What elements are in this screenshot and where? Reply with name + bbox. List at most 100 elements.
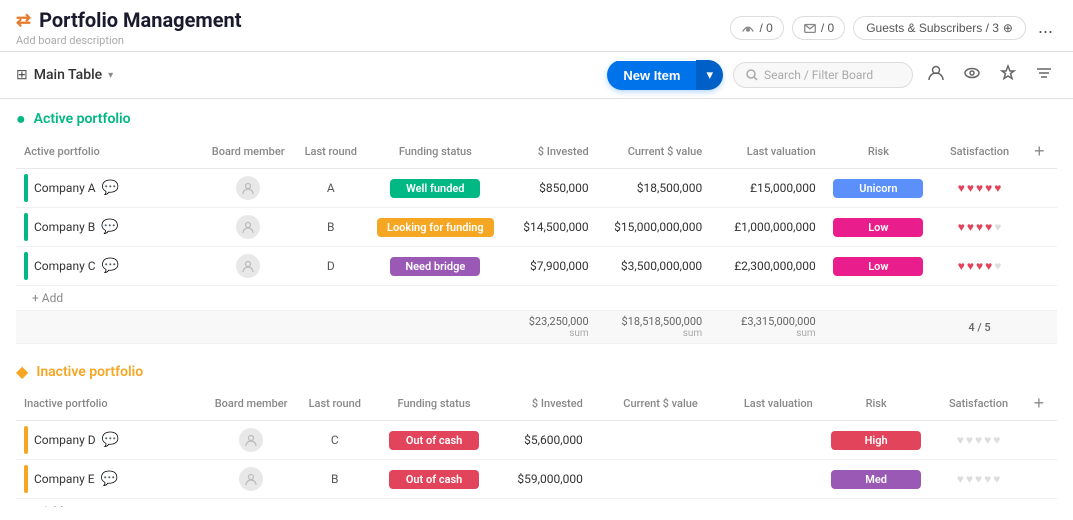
- hearts: ♥♥♥♥♥: [940, 433, 1018, 447]
- row-round-cell: D: [295, 247, 367, 286]
- more-button[interactable]: ...: [1034, 17, 1057, 38]
- col-header-add: +: [1026, 135, 1057, 169]
- row-risk-cell: Unicorn: [824, 169, 933, 208]
- row-valuation-cell: [706, 421, 821, 460]
- row-satisfaction-cell: ♥♥♥♥♥: [933, 169, 1026, 208]
- pin-icon-button[interactable]: [995, 62, 1021, 89]
- sum-member-cell: [202, 311, 295, 344]
- round-badge: D: [303, 259, 359, 273]
- col-header-invested: $ Invested: [504, 135, 597, 169]
- active-portfolio-group: ● Active portfolio Active portfolio Boar…: [0, 99, 1073, 344]
- search-box[interactable]: Search / Filter Board: [733, 62, 913, 88]
- hearts: ♥♥♥♥♥: [941, 181, 1018, 195]
- row-name-cell: Company D 💬: [16, 421, 204, 460]
- toolbar-right: New Item ▾ Search / Filter Board: [607, 60, 1057, 90]
- add-row-btn[interactable]: + Add: [24, 287, 71, 309]
- sum-round-cell: [295, 311, 367, 344]
- inactive-add-row: + Add: [16, 499, 1057, 508]
- activity-count: / 0: [759, 21, 772, 35]
- active-group-icon: ●: [16, 109, 26, 129]
- sum-row: $23,250,000sum $18,518,500,000sum £3,315…: [16, 311, 1057, 344]
- sum-current-cell: $18,518,500,000sum: [597, 311, 711, 344]
- table-row: Company E 💬 B Out of cash $59,000,000 Me…: [16, 460, 1057, 499]
- top-actions: / 0 / 0 Guests & Subscribers / 3 ⊕ ...: [730, 16, 1057, 40]
- add-column-button[interactable]: +: [1034, 141, 1045, 162]
- avatar: [239, 467, 263, 491]
- inactive-col-header-risk: Risk: [821, 387, 932, 421]
- chat-icon[interactable]: 💬: [101, 219, 118, 235]
- table-row: Company C 💬 D Need bridge $7,900,000 $3,…: [16, 247, 1057, 286]
- inbox-button[interactable]: / 0: [792, 16, 845, 40]
- active-group-header: ● Active portfolio: [0, 99, 1073, 135]
- new-item-main[interactable]: New Item: [607, 61, 696, 90]
- row-current-cell: $3,500,000,000: [597, 247, 711, 286]
- inactive-col-header-name: Inactive portfolio: [16, 387, 204, 421]
- sum-funding-cell: [367, 311, 504, 344]
- row-name-cell: Company E 💬: [16, 460, 204, 499]
- inactive-group-title: Inactive portfolio: [36, 364, 143, 380]
- heart-filled: ♥: [976, 181, 983, 195]
- chat-icon[interactable]: 💬: [102, 432, 119, 448]
- chat-icon[interactable]: 💬: [102, 180, 119, 196]
- col-header-funding: Funding status: [367, 135, 504, 169]
- inactive-col-header-member: Board member: [204, 387, 298, 421]
- row-member-cell: [204, 460, 298, 499]
- row-funding-cell: Looking for funding: [367, 208, 504, 247]
- row-name: Company E: [34, 472, 95, 486]
- hearts: ♥♥♥♥♥: [941, 220, 1018, 234]
- row-round-cell: C: [298, 421, 371, 460]
- row-invested-cell: $59,000,000: [497, 460, 591, 499]
- avatar: [236, 176, 260, 200]
- active-table: Active portfolio Board member Last round…: [16, 135, 1057, 344]
- inactive-col-header-round: Last round: [298, 387, 371, 421]
- row-invested-cell: $7,900,000: [504, 247, 597, 286]
- col-header-risk: Risk: [824, 135, 933, 169]
- inactive-group-header: ◆ Inactive portfolio: [0, 352, 1073, 387]
- row-risk-cell: Low: [824, 247, 933, 286]
- row-satisfaction-cell: ♥♥♥♥♥: [933, 208, 1026, 247]
- inactive-col-header-add: +: [1026, 387, 1057, 421]
- funding-status-badge: Out of cash: [389, 470, 479, 489]
- title-section: ⇄ Portfolio Management Add board descrip…: [16, 8, 241, 47]
- row-risk-cell: High: [821, 421, 932, 460]
- row-invested-cell: $850,000: [504, 169, 597, 208]
- eye-icon-button[interactable]: [959, 62, 985, 89]
- active-group-title: Active portfolio: [34, 111, 131, 127]
- heart-filled: ♥: [994, 181, 1001, 195]
- table-name: Main Table: [34, 67, 102, 83]
- row-funding-cell: Well funded: [367, 169, 504, 208]
- heart-empty: ♥: [993, 472, 1000, 486]
- app-title-text: Portfolio Management: [39, 8, 241, 32]
- inactive-col-header-valuation: Last valuation: [706, 387, 821, 421]
- inactive-add-row-btn[interactable]: + Add: [24, 500, 71, 507]
- row-round-cell: B: [298, 460, 371, 499]
- row-bar: [24, 213, 28, 241]
- filter-icon-button[interactable]: [1031, 62, 1057, 89]
- chat-icon[interactable]: 💬: [101, 471, 118, 487]
- sum-invested-cell: $23,250,000sum: [504, 311, 597, 344]
- new-item-arrow[interactable]: ▾: [696, 60, 723, 90]
- guests-button[interactable]: Guests & Subscribers / 3 ⊕: [853, 16, 1026, 40]
- inactive-add-column-button[interactable]: +: [1034, 393, 1045, 414]
- new-item-button[interactable]: New Item ▾: [607, 60, 723, 90]
- row-member-cell: [202, 169, 295, 208]
- activity-button[interactable]: / 0: [730, 16, 783, 40]
- row-current-cell: [591, 460, 706, 499]
- row-funding-cell: Need bridge: [367, 247, 504, 286]
- table-icon: ⊞: [16, 67, 28, 83]
- row-extra-cell: [1026, 421, 1057, 460]
- risk-badge: Unicorn: [833, 179, 923, 198]
- col-header-valuation: Last valuation: [710, 135, 824, 169]
- avatar: [239, 428, 263, 452]
- row-name: Company C: [34, 259, 96, 273]
- row-extra-cell: [1026, 247, 1057, 286]
- row-current-cell: $15,000,000,000: [597, 208, 711, 247]
- col-header-satisfaction: Satisfaction: [933, 135, 1026, 169]
- chat-icon[interactable]: 💬: [102, 258, 119, 274]
- board-description[interactable]: Add board description: [16, 34, 241, 47]
- inactive-table: Inactive portfolio Board member Last rou…: [16, 387, 1057, 507]
- heart-empty: ♥: [994, 220, 1001, 234]
- person-icon-button[interactable]: [923, 62, 949, 89]
- inactive-portfolio-group: ◆ Inactive portfolio Inactive portfolio …: [0, 352, 1073, 507]
- table-selector[interactable]: ⊞ Main Table ▾: [16, 67, 113, 83]
